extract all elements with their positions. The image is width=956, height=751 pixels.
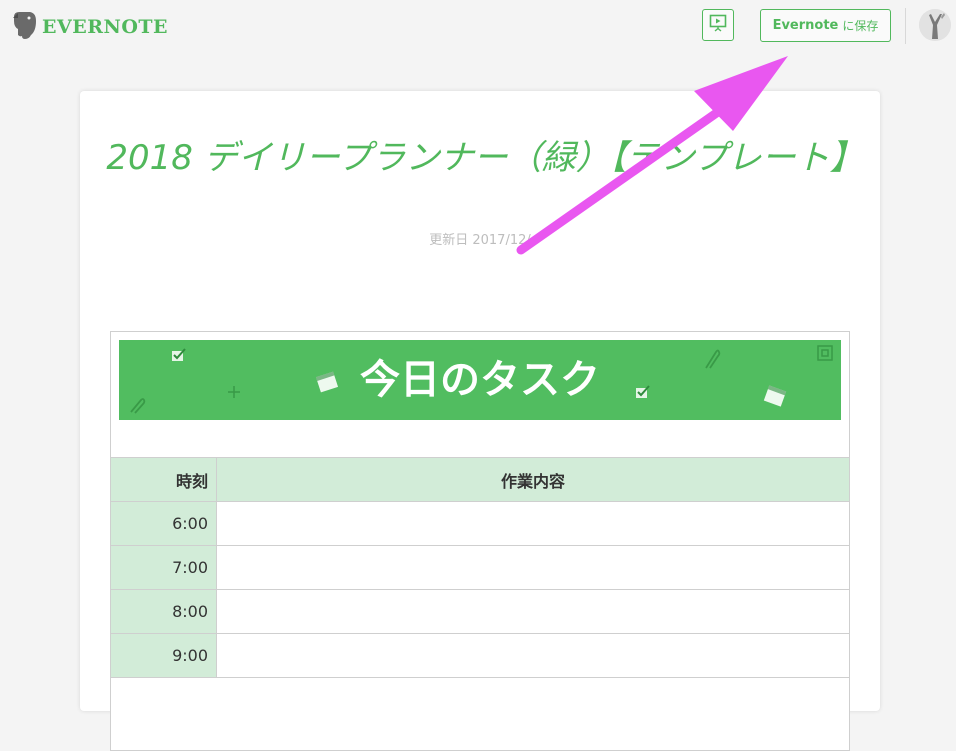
note-card: 2018 デイリープランナー（緑）【テンプレート】 更新日 2017/12/ 今… xyxy=(80,91,880,751)
paperclip-icon xyxy=(702,348,722,376)
top-bar: EVERNOTE Evernote に保存 xyxy=(0,0,956,52)
time-cell: 8:00 xyxy=(110,589,217,634)
updated-date: 更新日 2017/12/ xyxy=(429,233,531,248)
table-row: 9:00 xyxy=(110,633,850,678)
header-divider xyxy=(905,8,906,44)
table-row: 8:00 xyxy=(110,589,850,634)
avatar[interactable] xyxy=(919,9,951,41)
table-header-row: 時刻 作業内容 xyxy=(110,457,850,502)
time-cell: 6:00 xyxy=(110,501,217,546)
evernote-logo[interactable]: EVERNOTE xyxy=(10,9,168,45)
column-header-time: 時刻 xyxy=(110,457,217,502)
planner-table-container: 今日のタスク 時刻 作業内容 6:00 7:00 8:00 9:00 xyxy=(110,331,850,751)
task-cell[interactable] xyxy=(216,501,850,546)
calendar-icon xyxy=(763,384,787,412)
table-row: 7:00 xyxy=(110,545,850,590)
logo-text: EVERNOTE xyxy=(42,16,169,38)
checkbox-icon xyxy=(635,384,651,403)
save-button-suffix: に保存 xyxy=(842,19,879,33)
time-cell: 7:00 xyxy=(110,545,217,590)
banner-title: 今日のタスク xyxy=(360,357,600,403)
time-cell: 9:00 xyxy=(110,633,217,678)
task-banner: 今日のタスク xyxy=(119,340,841,420)
task-cell[interactable] xyxy=(216,589,850,634)
task-cell[interactable] xyxy=(216,545,850,590)
elephant-icon xyxy=(10,9,38,45)
note-title: 2018 デイリープランナー（緑）【テンプレート】 xyxy=(106,138,864,178)
planner-table: 時刻 作業内容 6:00 7:00 8:00 9:00 xyxy=(110,457,850,678)
target-icon xyxy=(816,344,834,366)
presentation-icon xyxy=(709,14,727,36)
save-to-evernote-button[interactable]: Evernote に保存 xyxy=(760,9,891,42)
present-button[interactable] xyxy=(702,9,734,41)
table-row: 6:00 xyxy=(110,501,850,546)
column-header-task: 作業内容 xyxy=(216,457,850,502)
save-button-brand: Evernote xyxy=(772,18,839,33)
task-cell[interactable] xyxy=(216,633,850,678)
